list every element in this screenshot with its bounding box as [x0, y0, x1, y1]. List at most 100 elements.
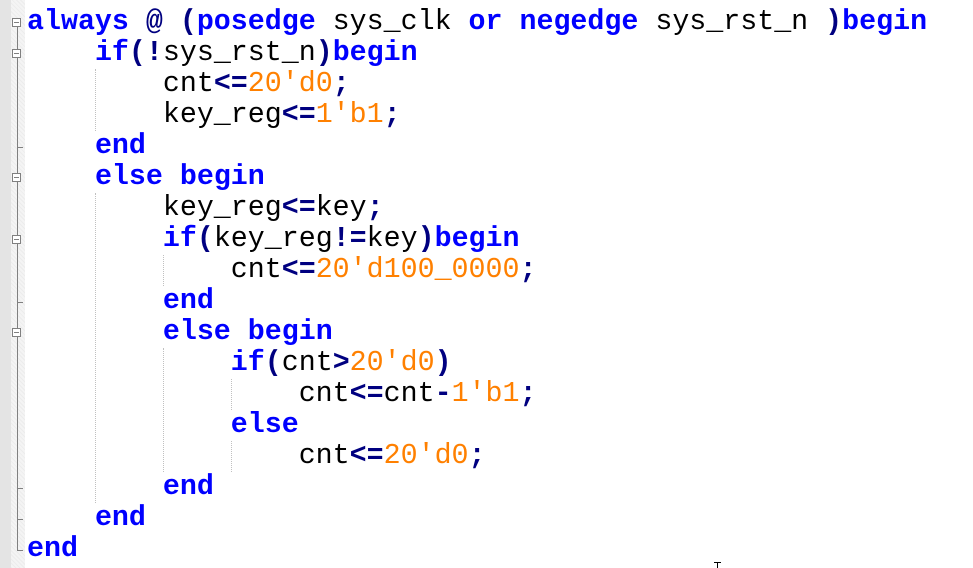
operator-token: <= — [349, 440, 384, 472]
fold-margin[interactable] — [11, 0, 25, 568]
keyword-token: else — [162, 316, 231, 348]
keyword-token: end — [162, 471, 214, 503]
keyword-token: posedge — [196, 6, 316, 38]
identifier-token: sys_rst_n — [162, 37, 316, 69]
operator-token: (! — [128, 37, 163, 69]
identifier-token — [503, 6, 520, 38]
keyword-token: begin — [179, 161, 265, 193]
operator-token: ; — [519, 254, 537, 286]
code-line[interactable]: always @ (posedge sys_clk or negedge sys… — [27, 7, 927, 38]
identifier-token — [129, 6, 146, 38]
keyword-token: else — [230, 409, 299, 441]
fold-end-tick — [17, 302, 23, 303]
identifier-token: sys_rst_n — [638, 6, 826, 38]
keyword-token: else — [94, 161, 163, 193]
identifier-token: key_reg — [162, 192, 282, 224]
keyword-token: begin — [247, 316, 333, 348]
operator-token: > — [332, 347, 350, 379]
operator-token: <= — [281, 254, 316, 286]
operator-token: ) — [417, 223, 435, 255]
keyword-token: end — [94, 130, 146, 162]
code-line[interactable]: end — [27, 286, 927, 317]
operator-token: <= — [349, 378, 384, 410]
code-line[interactable]: cnt<=20'd0; — [27, 441, 927, 472]
code-line[interactable]: cnt<=20'd100_0000; — [27, 255, 927, 286]
identifier-token: key — [315, 192, 367, 224]
identifier-token: cnt — [162, 68, 214, 100]
code-line[interactable]: end — [27, 472, 927, 503]
operator-token: ; — [332, 68, 350, 100]
code-line[interactable]: end — [27, 503, 927, 534]
fold-collapse-icon[interactable] — [12, 235, 21, 244]
keyword-token: if — [230, 347, 265, 379]
operator-token: ; — [519, 378, 537, 410]
identifier-token — [163, 161, 180, 193]
fold-collapse-icon[interactable] — [12, 328, 21, 337]
code-line[interactable]: else begin — [27, 317, 927, 348]
identifier-token — [163, 6, 180, 38]
code-line[interactable]: key_reg<=key; — [27, 193, 927, 224]
keyword-token: end — [27, 533, 78, 565]
code-editor[interactable]: always @ (posedge sys_clk or negedge sys… — [0, 0, 973, 568]
code-line[interactable]: cnt<=20'd0; — [27, 69, 927, 100]
code-line[interactable]: if(!sys_rst_n)begin — [27, 38, 927, 69]
code-line[interactable]: cnt<=cnt-1'b1; — [27, 379, 927, 410]
identifier-token: cnt — [383, 378, 435, 410]
keyword-token: if — [94, 37, 129, 69]
fold-end-tick — [17, 488, 23, 489]
operator-token: != — [332, 223, 367, 255]
fold-collapse-icon[interactable] — [12, 18, 21, 27]
fold-end-tick — [17, 147, 23, 148]
keyword-token: if — [162, 223, 197, 255]
number-token: 1'b1 — [315, 99, 384, 131]
code-line[interactable]: end — [27, 131, 927, 162]
operator-token: ( — [264, 347, 282, 379]
keyword-token: begin — [332, 37, 418, 69]
code-line[interactable]: key_reg<=1'b1; — [27, 100, 927, 131]
code-line[interactable]: else — [27, 410, 927, 441]
identifier-token: sys_clk — [315, 6, 469, 38]
keyword-token: end — [162, 285, 214, 317]
fold-line — [17, 23, 18, 550]
number-token: 20'd0 — [247, 68, 333, 100]
code-line[interactable]: if(key_reg!=key)begin — [27, 224, 927, 255]
operator-token: ; — [366, 192, 384, 224]
code-line[interactable]: end — [27, 534, 927, 565]
code-text-area[interactable]: always @ (posedge sys_clk or negedge sys… — [27, 7, 927, 565]
code-line[interactable]: if(cnt>20'd0) — [27, 348, 927, 379]
identifier-token: key_reg — [162, 99, 282, 131]
number-token: 1'b1 — [451, 378, 520, 410]
operator-token: ) — [434, 347, 452, 379]
keyword-token: begin — [434, 223, 520, 255]
operator-token: ; — [383, 99, 401, 131]
identifier-token: cnt — [298, 378, 350, 410]
operator-token: ) — [825, 6, 843, 38]
operator-token: <= — [281, 192, 316, 224]
operator-token: ; — [468, 440, 486, 472]
editor-margin[interactable] — [0, 0, 11, 568]
number-token: 20'd0 — [349, 347, 435, 379]
operator-token: ( — [179, 6, 197, 38]
fold-collapse-icon[interactable] — [12, 49, 21, 58]
keyword-token: end — [94, 502, 146, 534]
identifier-token: key — [366, 223, 418, 255]
identifier-token: cnt — [298, 440, 350, 472]
number-token: 20'd0 — [383, 440, 469, 472]
keyword-token: negedge — [519, 6, 639, 38]
code-line[interactable]: else begin — [27, 162, 927, 193]
fold-collapse-icon[interactable] — [12, 173, 21, 182]
